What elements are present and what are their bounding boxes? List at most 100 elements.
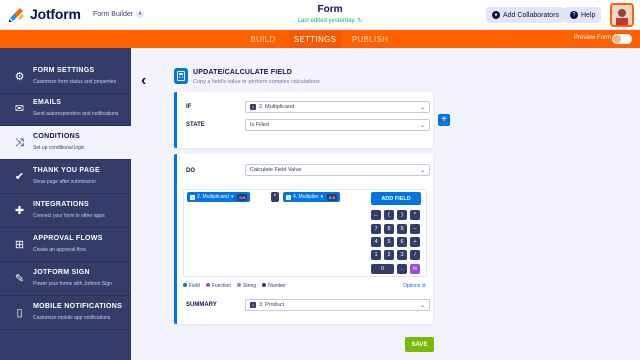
form-builder-dropdown[interactable]: Form Builder ▾ — [93, 10, 145, 18]
do-action-value: Calculate Field Value — [250, 167, 302, 173]
check-circle-icon: ✔ — [14, 171, 25, 183]
keypad-decimal[interactable]: . — [397, 264, 407, 274]
sidebar-item-title: JOTFORM SIGN — [33, 269, 90, 276]
sidebar-item-title: FORM SETTINGS — [33, 67, 95, 74]
add-field-button[interactable]: ADD FIELD — [371, 192, 421, 205]
number-type-tag: 0-9 — [237, 193, 248, 201]
logo-text: Jotform — [30, 6, 81, 22]
sidebar-item-subtitle: Power your forms with Jotform Sign — [33, 281, 112, 287]
keypad-1[interactable]: 1 — [371, 250, 381, 260]
legend-label: Number — [268, 283, 286, 289]
chevron-down-icon: ⌄ — [419, 168, 425, 174]
sidebar-item-mobile-notifications[interactable]: ▯ MOBILE NOTIFICATIONS Customize mobile … — [0, 296, 131, 330]
chevron-down-icon: ⌄ — [419, 123, 425, 129]
options-label: Options — [403, 283, 421, 289]
keypad-8[interactable]: 8 — [384, 224, 394, 234]
legend-dot — [262, 283, 267, 287]
keypad-5[interactable]: 5 — [384, 237, 394, 247]
question-icon: ? — [286, 194, 291, 200]
sidebar-item-jotform-sign[interactable]: ✎ JOTFORM SIGN Power your forms with Jot… — [0, 262, 131, 296]
formula-field-chip[interactable]: ? 4. Multiplier ▾ 0-9 — [283, 192, 340, 202]
keypad-6[interactable]: 6 — [397, 237, 407, 247]
tab-publish[interactable]: PUBLISH — [341, 30, 399, 48]
keypad-0[interactable]: 0 — [371, 264, 394, 274]
formula-operator[interactable]: * — [271, 192, 279, 202]
summary-field-select[interactable]: ? 3. Product ⌄ — [245, 299, 430, 311]
sidebar-item-integrations[interactable]: ✚ INTEGRATIONS Connect your form to othe… — [0, 194, 131, 228]
sidebar-item-title: MOBILE NOTIFICATIONS — [33, 303, 123, 310]
legend-dot — [183, 283, 187, 287]
sidebar-item-subtitle: Send autoresponders and notifications — [33, 111, 119, 117]
if-field-select[interactable]: ? 2. Multiplicand ⌄ — [245, 101, 430, 113]
sidebar-item-approval-flows[interactable]: ⊞ APPROVAL FLOWS Create an approval flow — [0, 228, 131, 262]
keypad-3[interactable]: 3 — [397, 250, 407, 260]
token-legend: Field Function String Number — [183, 283, 286, 289]
back-arrow-icon[interactable]: ‹ — [141, 72, 146, 90]
keypad-divide[interactable]: / — [410, 250, 420, 260]
user-icon: ● — [492, 11, 500, 19]
chevron-down-icon: ⌄ — [419, 303, 425, 309]
help-button[interactable]: ? Help — [564, 7, 602, 23]
formula-field2: 4. Multiplier — [293, 194, 319, 200]
form-title[interactable]: Form — [270, 4, 390, 15]
if-field-value: 2. Multiplicand — [259, 104, 295, 110]
panel-title: UPDATE/CALCULATE FIELD — [193, 69, 293, 76]
keypad-open-paren[interactable]: ( — [384, 210, 394, 220]
sidebar-item-conditions[interactable]: ⤨ CONDITIONS Set up conditional logic — [0, 126, 131, 160]
state-select[interactable]: Is Filled ⌄ — [245, 119, 430, 131]
toggle-knob — [613, 35, 621, 43]
mobile-icon: ▯ — [16, 307, 23, 319]
formula-field-chip[interactable]: ? 2. Multiplicand ▾ 0-9 — [187, 192, 251, 202]
avatar[interactable] — [610, 3, 634, 27]
chevron-down-icon: ▾ — [230, 194, 234, 200]
refresh-icon: ↻ — [357, 18, 363, 24]
condition-card: IF ? 2. Multiplicand ⌄ STATE Is Filled ⌄ — [174, 92, 433, 148]
summary-field-value: 3. Product — [259, 302, 285, 308]
sidebar-item-subtitle: Customize mobile app notifications — [33, 315, 111, 321]
help-label: Help — [581, 11, 596, 19]
sidebar-item-subtitle: Create an approval flow — [33, 247, 86, 253]
chevron-down-icon: ▾ — [320, 194, 324, 200]
sidebar-item-thank-you-page[interactable]: ✔ THANK YOU PAGE Show page after submiss… — [0, 160, 131, 194]
keypad-2[interactable]: 2 — [384, 250, 394, 260]
tab-settings[interactable]: SETTINGS — [289, 30, 341, 48]
number-type-tag: 0-9 — [327, 193, 337, 201]
keypad-minus[interactable]: − — [410, 224, 420, 234]
options-link[interactable]: Options ⚙ — [403, 283, 426, 289]
add-condition-button[interactable]: + — [438, 114, 450, 126]
keypad-plus[interactable]: + — [410, 237, 420, 247]
state-value: Is Filled — [250, 122, 269, 128]
flow-icon: ⊞ — [14, 239, 25, 251]
add-collaborators-button[interactable]: ● Add Collaborators — [486, 7, 566, 23]
jotform-logo[interactable]: Jotform — [8, 5, 81, 23]
sidebar-item-title: EMAILS — [33, 99, 62, 106]
envelope-icon: ✉ — [14, 103, 25, 115]
keypad-9[interactable]: 9 — [397, 224, 407, 234]
legend-item-string: String — [237, 283, 256, 289]
keypad-backspace[interactable]: ← — [371, 210, 381, 220]
question-icon: ? — [190, 194, 195, 200]
keypad-close-paren[interactable]: ) — [397, 210, 407, 220]
keypad-7[interactable]: 7 — [371, 224, 381, 234]
question-icon: ? — [250, 302, 256, 308]
summary-label: SUMMARY — [186, 302, 217, 308]
legend-item-function: Function — [205, 283, 231, 289]
sidebar-item-form-settings[interactable]: ⚙ FORM SETTINGS Customize form status an… — [0, 60, 131, 94]
avatar-image — [612, 5, 632, 25]
chevron-down-icon: ▾ — [136, 10, 145, 18]
state-label: STATE — [186, 122, 205, 128]
sidebar-item-emails[interactable]: ✉ EMAILS Send autoresponders and notific… — [0, 92, 131, 126]
save-button[interactable]: SAVE — [405, 337, 434, 352]
keypad-4[interactable]: 4 — [371, 237, 381, 247]
do-action-select[interactable]: Calculate Field Value ⌄ — [245, 164, 430, 176]
preview-form-toggle[interactable] — [612, 34, 632, 44]
last-edited-status: Last edited yesterday. ↻ — [270, 17, 390, 24]
tab-build[interactable]: BUILD — [237, 30, 289, 48]
keypad-multiply[interactable]: * — [410, 210, 420, 220]
shuffle-icon: ⤨ — [15, 137, 24, 149]
form-title-block: Form Last edited yesterday. ↻ — [270, 4, 390, 24]
question-icon: ? — [250, 104, 256, 110]
keypad-function[interactable]: fx — [410, 264, 420, 274]
preview-form-label: Preview Form — [574, 35, 612, 41]
gear-icon: ⚙ — [421, 283, 427, 289]
